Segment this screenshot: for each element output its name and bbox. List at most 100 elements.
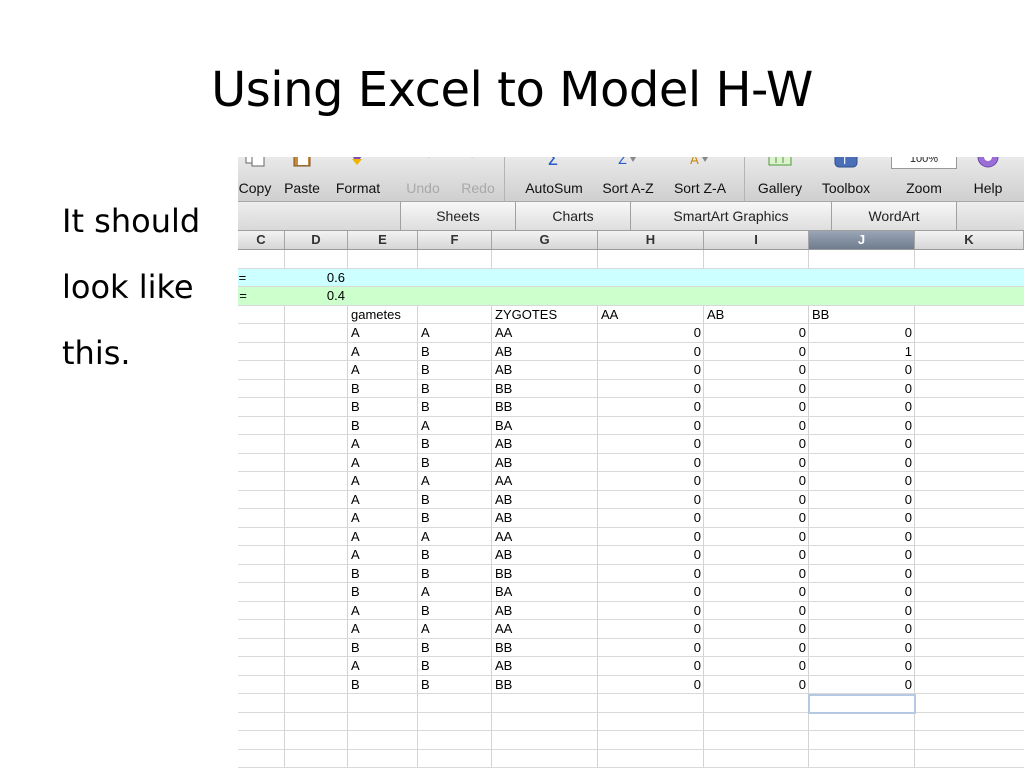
- count-ab[interactable]: 0: [704, 620, 809, 638]
- zygote[interactable]: BB: [492, 565, 598, 583]
- count-ab[interactable]: 0: [704, 528, 809, 546]
- count-aa[interactable]: 0: [598, 528, 704, 546]
- count-aa[interactable]: 0: [598, 657, 704, 675]
- count-bb[interactable]: 0: [809, 324, 915, 342]
- selected-cell[interactable]: [808, 694, 916, 714]
- gamete-1[interactable]: A: [348, 361, 418, 379]
- count-aa[interactable]: 0: [598, 491, 704, 509]
- param-value[interactable]: 0.6: [285, 269, 348, 287]
- gamete-2[interactable]: A: [418, 583, 492, 601]
- toolbox-button[interactable]: i Toolbox: [812, 157, 880, 201]
- count-ab[interactable]: 0: [704, 435, 809, 453]
- redo-button[interactable]: Redo: [456, 157, 500, 201]
- count-ab[interactable]: 0: [704, 417, 809, 435]
- gamete-1[interactable]: A: [348, 620, 418, 638]
- gamete-2[interactable]: A: [418, 528, 492, 546]
- header-aa[interactable]: AA: [598, 306, 704, 324]
- header-ab[interactable]: AB: [704, 306, 809, 324]
- count-aa[interactable]: 0: [598, 361, 704, 379]
- count-aa[interactable]: 0: [598, 324, 704, 342]
- count-bb[interactable]: 0: [809, 528, 915, 546]
- gamete-2[interactable]: B: [418, 454, 492, 472]
- zygote[interactable]: AB: [492, 509, 598, 527]
- zygote[interactable]: AA: [492, 324, 598, 342]
- count-bb[interactable]: 0: [809, 657, 915, 675]
- count-ab[interactable]: 0: [704, 657, 809, 675]
- count-ab[interactable]: 0: [704, 583, 809, 601]
- gamete-1[interactable]: B: [348, 676, 418, 694]
- count-ab[interactable]: 0: [704, 639, 809, 657]
- copy-button[interactable]: Copy: [238, 157, 278, 201]
- count-bb[interactable]: 1: [809, 343, 915, 361]
- help-button[interactable]: Help: [966, 157, 1010, 201]
- param-value[interactable]: 0.4: [285, 287, 348, 305]
- tab-wordart[interactable]: WordArt: [831, 202, 957, 230]
- count-ab[interactable]: 0: [704, 361, 809, 379]
- gamete-2[interactable]: B: [418, 657, 492, 675]
- count-ab[interactable]: 0: [704, 676, 809, 694]
- zoom-button[interactable]: 100% Zoom: [891, 157, 957, 201]
- count-aa[interactable]: 0: [598, 583, 704, 601]
- gamete-1[interactable]: A: [348, 343, 418, 361]
- zygote[interactable]: AB: [492, 657, 598, 675]
- sort-a-z-button[interactable]: Z Sort A-Z: [596, 157, 660, 201]
- zygote[interactable]: BB: [492, 380, 598, 398]
- gamete-2[interactable]: A: [418, 324, 492, 342]
- zygote[interactable]: AB: [492, 491, 598, 509]
- column-header-h[interactable]: H: [598, 231, 704, 249]
- count-bb[interactable]: 0: [809, 417, 915, 435]
- count-bb[interactable]: 0: [809, 676, 915, 694]
- gamete-1[interactable]: A: [348, 546, 418, 564]
- gamete-1[interactable]: A: [348, 472, 418, 490]
- gamete-2[interactable]: B: [418, 602, 492, 620]
- gamete-2[interactable]: A: [418, 417, 492, 435]
- gamete-2[interactable]: B: [418, 380, 492, 398]
- count-aa[interactable]: 0: [598, 620, 704, 638]
- count-ab[interactable]: 0: [704, 491, 809, 509]
- gamete-2[interactable]: B: [418, 343, 492, 361]
- count-aa[interactable]: 0: [598, 676, 704, 694]
- gamete-2[interactable]: B: [418, 361, 492, 379]
- gamete-1[interactable]: A: [348, 491, 418, 509]
- tab-sheets[interactable]: Sheets: [400, 202, 516, 230]
- column-header-c[interactable]: C: [238, 231, 285, 249]
- header-zygotes[interactable]: ZYGOTES: [492, 306, 598, 324]
- count-ab[interactable]: 0: [704, 546, 809, 564]
- count-ab[interactable]: 0: [704, 380, 809, 398]
- sheet-grid[interactable]: A =0.6B =0.4gametesZYGOTESAAABBBAAAA000A…: [238, 250, 1024, 768]
- count-bb[interactable]: 0: [809, 546, 915, 564]
- count-aa[interactable]: 0: [598, 454, 704, 472]
- gamete-1[interactable]: B: [348, 398, 418, 416]
- zygote[interactable]: AB: [492, 361, 598, 379]
- header-gametes[interactable]: gametes: [348, 306, 418, 324]
- gamete-2[interactable]: B: [418, 639, 492, 657]
- gallery-button[interactable]: Gallery: [750, 157, 810, 201]
- count-aa[interactable]: 0: [598, 565, 704, 583]
- count-aa[interactable]: 0: [598, 639, 704, 657]
- column-header-e[interactable]: E: [348, 231, 418, 249]
- zygote[interactable]: AB: [492, 546, 598, 564]
- tab-charts[interactable]: Charts: [515, 202, 631, 230]
- count-aa[interactable]: 0: [598, 472, 704, 490]
- count-ab[interactable]: 0: [704, 454, 809, 472]
- count-bb[interactable]: 0: [809, 620, 915, 638]
- param-label[interactable]: B =: [238, 287, 284, 305]
- count-bb[interactable]: 0: [809, 565, 915, 583]
- count-bb[interactable]: 0: [809, 454, 915, 472]
- count-bb[interactable]: 0: [809, 380, 915, 398]
- param-label[interactable]: A =: [238, 269, 284, 287]
- gamete-1[interactable]: B: [348, 583, 418, 601]
- zygote[interactable]: AB: [492, 602, 598, 620]
- column-header-k[interactable]: K: [915, 231, 1024, 249]
- gamete-1[interactable]: A: [348, 324, 418, 342]
- count-aa[interactable]: 0: [598, 435, 704, 453]
- count-ab[interactable]: 0: [704, 509, 809, 527]
- count-bb[interactable]: 0: [809, 491, 915, 509]
- count-ab[interactable]: 0: [704, 343, 809, 361]
- gamete-2[interactable]: B: [418, 435, 492, 453]
- gamete-1[interactable]: A: [348, 454, 418, 472]
- gamete-1[interactable]: B: [348, 639, 418, 657]
- gamete-2[interactable]: B: [418, 398, 492, 416]
- count-ab[interactable]: 0: [704, 398, 809, 416]
- gamete-2[interactable]: B: [418, 676, 492, 694]
